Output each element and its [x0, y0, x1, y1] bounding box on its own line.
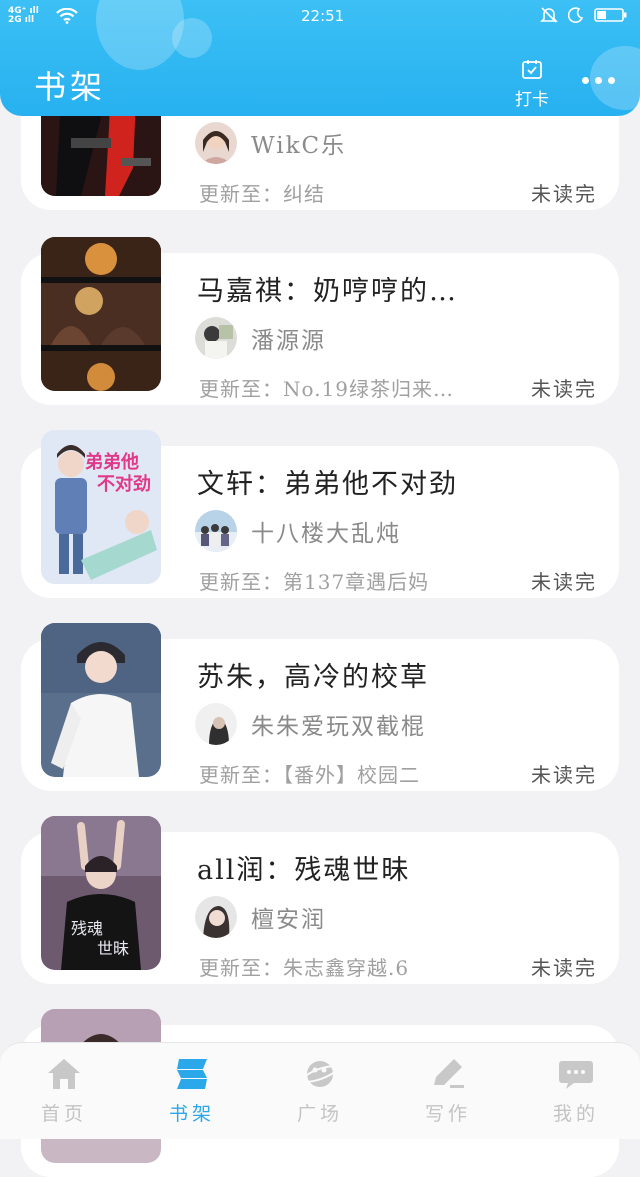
chat-bubble-icon: [559, 1061, 593, 1089]
update-info: 更新至：纠结: [199, 182, 325, 206]
cover-text: 残魂: [71, 919, 103, 938]
network-indicator: 4G⁺ ıll 2G ıll: [8, 6, 39, 25]
checkin-button[interactable]: 打卡: [510, 58, 554, 110]
book-card[interactable]: 弟弟他 不对劲 文轩：弟弟他不对劲 十八楼大乱炖 更新至：第137章遇后妈 未读…: [21, 430, 619, 598]
read-status: 未读完: [531, 570, 597, 594]
checkin-label: 打卡: [515, 90, 549, 110]
top-header: 4G⁺ ıll 2G ıll 22:51 书架 打卡: [0, 0, 640, 116]
mute-bell-icon: [540, 7, 558, 23]
author-name: 朱朱爱玩双截棍: [251, 714, 426, 740]
book-title[interactable]: all润：残魂世昧: [197, 848, 487, 887]
book-card[interactable]: 残魂 世昧 all润：残魂世昧 檀安润 更新至：朱志鑫穿越.6 未读完: [21, 816, 619, 984]
read-status: 未读完: [531, 377, 597, 401]
battery-icon: [594, 8, 627, 22]
update-info: 更新至：【番外】校园二: [199, 763, 420, 787]
tab-label: 书架: [168, 1103, 215, 1125]
update-info: 更新至：第137章遇后妈: [199, 570, 430, 594]
book-cover[interactable]: [41, 237, 161, 391]
update-info: 更新至：No.19绿茶归来…: [199, 377, 454, 401]
read-status: 未读完: [531, 182, 597, 206]
home-icon: [48, 1059, 80, 1089]
page-title: 书架: [34, 68, 107, 106]
tab-mine[interactable]: 我的: [512, 1043, 640, 1139]
tab-label: 广场: [296, 1103, 343, 1125]
book-card[interactable]: 马嘉祺：奶哼哼的… 潘源源 更新至：No.19绿茶归来… 未读完: [21, 237, 619, 405]
tab-label: 首页: [40, 1103, 87, 1125]
author-avatar: [195, 122, 237, 164]
tab-write[interactable]: 写作: [384, 1043, 512, 1139]
author-name: 十八楼大乱炖: [251, 521, 401, 547]
pen-icon: [434, 1059, 464, 1088]
author-name: 潘源源: [251, 328, 326, 354]
tab-label: 写作: [424, 1103, 471, 1125]
author-name: 檀安润: [251, 907, 326, 933]
tab-home[interactable]: 首页: [0, 1043, 128, 1139]
book-title[interactable]: 苏朱，高冷的校草: [197, 655, 487, 694]
author-name: WikC乐: [251, 133, 347, 159]
book-title[interactable]: 马嘉祺：奶哼哼的…: [197, 269, 487, 308]
wifi-icon: [56, 8, 78, 24]
status-bar: 4G⁺ ıll 2G ıll 22:51: [0, 0, 640, 32]
bottom-tab-bar: 首页 书架 广场 写作 我的: [0, 1042, 640, 1139]
read-status: 未读完: [531, 763, 597, 787]
cover-text: 弟弟他: [85, 451, 139, 473]
book-card[interactable]: 苏朱，高冷的校草 朱朱爱玩双截棍 更新至：【番外】校园二 未读完: [21, 623, 619, 791]
tab-bookshelf[interactable]: 书架: [128, 1043, 256, 1139]
update-info: 更新至：朱志鑫穿越.6: [199, 956, 410, 980]
book-cover[interactable]: 弟弟他 不对劲: [41, 430, 161, 584]
planet-icon: [302, 1061, 338, 1087]
author-avatar: [195, 896, 237, 938]
clock: 22:51: [301, 7, 345, 25]
author-avatar: [195, 703, 237, 745]
bookshelf-icon: [177, 1059, 207, 1089]
book-cover[interactable]: [41, 623, 161, 777]
tab-plaza[interactable]: 广场: [256, 1043, 384, 1139]
tab-label: 我的: [552, 1103, 599, 1125]
calendar-check-icon: [522, 60, 542, 79]
book-title[interactable]: 文轩：弟弟他不对劲: [197, 462, 487, 501]
read-status: 未读完: [531, 956, 597, 980]
moon-icon: [568, 7, 584, 23]
book-cover[interactable]: 残魂 世昧: [41, 816, 161, 970]
more-dots-icon[interactable]: [578, 72, 618, 88]
svg-text:不对劲: 不对劲: [97, 473, 151, 495]
svg-text:世昧: 世昧: [97, 939, 129, 958]
author-avatar: [195, 317, 237, 359]
author-avatar: [195, 510, 237, 552]
